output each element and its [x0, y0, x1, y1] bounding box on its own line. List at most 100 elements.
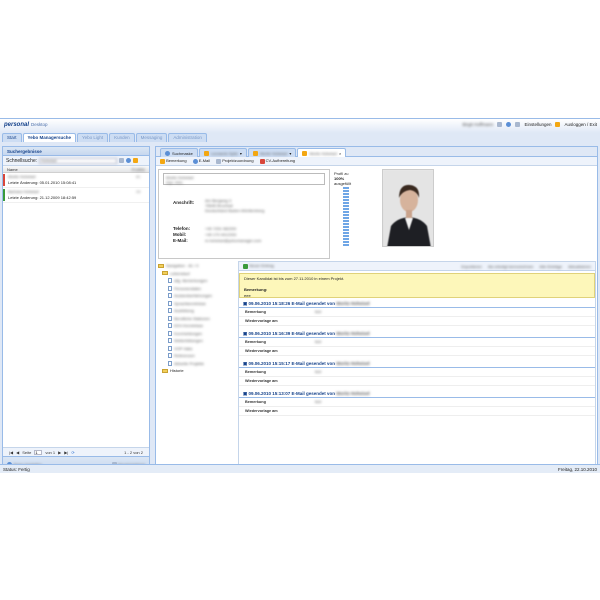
tab-administration[interactable]: Administration — [168, 133, 207, 142]
history-entry: ▣ 09.06.2010 15:13:07 E-Mail gesendet vo… — [239, 390, 595, 416]
new-entry-button[interactable]: Neuer Eintrag — [243, 263, 274, 269]
candidate-name-box: Moritz Hoheisel Dipl.-Kfm. — [163, 173, 325, 185]
history-entry: ▣ 09.06.2010 15:15:17 E-Mail gesendet vo… — [239, 360, 595, 386]
tree-item[interactable]: Auslandserfahrungen — [158, 292, 238, 300]
close-icon[interactable]: ▾ — [240, 151, 242, 156]
logout-link[interactable]: Ausloggen / Exit — [564, 122, 597, 127]
email-value[interactable]: m.hoheisel@yebomanager.com — [205, 238, 261, 243]
tab-messaging[interactable]: Messaging — [135, 133, 168, 142]
project-button[interactable]: Projektzuordnung — [216, 158, 254, 164]
entry-title: 09.06.2010 15:13:07 E-Mail gesendet von — [248, 391, 336, 396]
action-toolbar: Bemerkung E-Mail Projektzuordnung CV-Auf… — [156, 157, 597, 166]
show-all-button[interactable]: Alle Einträge — [539, 264, 562, 269]
close-icon[interactable]: ▾ — [289, 151, 291, 156]
tab-yebo-light[interactable]: Yebo Light — [77, 133, 109, 142]
field-value: test — [315, 340, 322, 344]
entry-header[interactable]: ▣ 09.06.2010 15:15:17 E-Mail gesendet vo… — [239, 360, 595, 368]
tree-label: Historie — [170, 368, 184, 373]
add-icon — [243, 263, 248, 269]
prev-page-icon[interactable]: ◀ — [16, 450, 19, 455]
column-name[interactable]: Name — [7, 167, 18, 172]
quick-search-input[interactable] — [39, 157, 118, 164]
user-icon[interactable] — [497, 122, 503, 127]
result-name: Barbara Hoheisel — [8, 189, 39, 194]
clear-icon[interactable] — [119, 158, 125, 163]
detail-panel: Suchmaske Leonardo Spitz ▾ Moritz Hoheise… — [155, 146, 598, 473]
notice-remark-label: Bemerkung: — [244, 287, 268, 292]
tree-item[interactable]: Aktuelle Projekte — [158, 360, 238, 368]
phone-label: Telefon: — [173, 226, 191, 231]
tree-label: Lebenslauf — [170, 270, 190, 276]
folder-icon — [162, 271, 168, 276]
column-profilnr[interactable]: ProfilNr — [132, 167, 145, 172]
export-button[interactable]: Exportieren — [461, 264, 481, 269]
tree-label: EDV-Kenntnisse — [174, 323, 204, 328]
user-area: Birgit Hoffmann Einstellungen Ausloggen … — [463, 122, 597, 127]
tree-label: Aktuelle Projekte — [174, 360, 205, 366]
tab-candidate-active[interactable]: Moritz Hoheisel × — [297, 148, 347, 157]
tab-label: Moritz Hoheisel — [259, 150, 288, 156]
field-label: Bemerkung — [245, 310, 266, 314]
pdf-icon — [259, 158, 265, 164]
profile-suffix: ausgefüllt — [334, 181, 352, 186]
refresh-button[interactable]: Aktualisieren — [568, 264, 591, 269]
search-icon[interactable] — [126, 158, 132, 163]
entry-author: Moritz Hoheisel — [336, 361, 370, 366]
last-page-icon[interactable]: ▶| — [64, 450, 68, 455]
candidate-photo — [382, 169, 434, 247]
tab-candidate[interactable]: Leonardo Spitz ▾ — [198, 148, 247, 157]
person-icon — [252, 150, 258, 156]
profile-completion: Profil zu 100% ausgefüllt — [332, 169, 376, 259]
entry-header[interactable]: ▣ 09.06.2010 15:18:26 E-Mail gesendet vo… — [239, 300, 595, 308]
tree-item[interactable]: Ausbildung — [158, 307, 238, 315]
settings-link[interactable]: Einstellungen — [524, 122, 551, 127]
email-button[interactable]: E-Mail — [192, 158, 211, 164]
tree-item[interactable]: Kurzmeldungen — [158, 330, 238, 338]
tree-item[interactable]: allg. Bemerkungen — [158, 277, 238, 285]
refresh-icon[interactable]: ⟳ — [71, 450, 74, 455]
result-name: Moritz Hoheisel — [8, 174, 36, 179]
close-icon[interactable]: × — [339, 151, 341, 156]
page-input[interactable] — [34, 449, 43, 455]
tree-folder[interactable]: Lebenslauf — [158, 270, 238, 278]
mark-done-button[interactable]: Als erledigt kennzeichnen — [488, 264, 534, 269]
tab-suchmaske[interactable]: Suchmaske — [160, 148, 198, 157]
first-page-icon[interactable]: |◀ — [9, 450, 13, 455]
field-label: Wiedervorlage am — [245, 349, 278, 353]
tree-root[interactable]: Navigation - 81 / 0 — [158, 262, 238, 270]
remark-button[interactable]: Bemerkung — [160, 158, 187, 164]
advanced-search-icon[interactable] — [133, 158, 139, 163]
tab-kunden[interactable]: Kunden — [109, 133, 135, 142]
document-icon — [168, 353, 172, 359]
tree-item[interactable]: Referenzen — [158, 352, 238, 360]
entry-header[interactable]: ▣ 09.06.2010 15:13:07 E-Mail gesendet vo… — [239, 390, 595, 398]
tree-item[interactable]: Weiterbildungen — [158, 337, 238, 345]
status-marker — [3, 189, 5, 201]
detail-tab-bar: Suchmaske Leonardo Spitz ▾ Moritz Hoheise… — [156, 147, 597, 157]
tab-managersuche[interactable]: Yebo Managersuche — [22, 133, 77, 142]
tree-folder[interactable]: Historie — [158, 367, 238, 375]
result-row[interactable]: Moritz Hoheisel Letzte Änderung: 05.01.2… — [3, 173, 149, 188]
tree-item[interactable]: VOP-Vaks — [158, 345, 238, 353]
button-label: Neuer Eintrag — [249, 263, 274, 269]
tab-start[interactable]: Start — [2, 133, 22, 142]
entry-header[interactable]: ▣ 09.06.2010 15:16:39 E-Mail gesendet vo… — [239, 330, 595, 338]
tree-item[interactable]: EDV-Kenntnisse — [158, 322, 238, 330]
entry-field: Wiedervorlage am — [239, 347, 595, 356]
tree-label: Berufliche Stationen — [174, 315, 210, 321]
help-icon[interactable] — [506, 122, 512, 127]
tree-item[interactable]: Berufliche Stationen — [158, 315, 238, 323]
tree-item[interactable]: Personendaten — [158, 285, 238, 293]
tree-item[interactable]: Sprachkenntnisse — [158, 300, 238, 308]
tree-label: Sprachkenntnisse — [174, 300, 206, 306]
profile-meter — [343, 187, 349, 247]
document-icon — [168, 300, 172, 306]
action-label: E-Mail — [198, 158, 211, 164]
next-page-icon[interactable]: ▶ — [58, 450, 61, 455]
cv-button[interactable]: CV-Aufbereitung — [259, 158, 295, 164]
gear-icon[interactable] — [515, 122, 521, 127]
result-row[interactable]: Barbara Hoheisel Letzte Änderung: 21.12.… — [3, 188, 149, 203]
field-label: Wiedervorlage am — [245, 319, 278, 323]
results-header: Name ProfilNr — [3, 166, 149, 173]
tab-candidate[interactable]: Moritz Hoheisel ▾ — [247, 148, 297, 157]
